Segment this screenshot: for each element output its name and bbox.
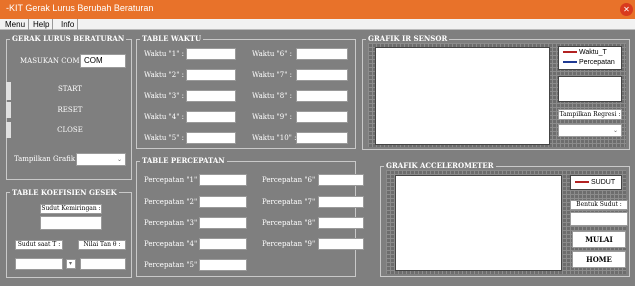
percepatan-field-2[interactable]: [199, 196, 247, 208]
waktu-label-5: Waktu "5" :: [144, 134, 185, 142]
percepatan-field-9[interactable]: [318, 238, 364, 250]
ir-legend-label-1: Waktu_T: [579, 49, 607, 56]
mulai-button[interactable]: MULAI: [572, 231, 626, 248]
waktu-label-7: Waktu "7" :: [252, 71, 293, 79]
waktu-label-6: Waktu "6" :: [252, 50, 293, 58]
close-icon: ✕: [623, 5, 630, 14]
waktu-field-10[interactable]: [296, 132, 348, 144]
regresi-label: Tampilkan Regresi :: [558, 109, 622, 120]
percepatan-field-1[interactable]: [199, 174, 247, 186]
percepatan-field-7[interactable]: [318, 196, 364, 208]
glb-title: GERAK LURUS BERATURAN: [10, 34, 127, 43]
start-button[interactable]: START: [30, 84, 110, 94]
ir-legend: Waktu_T Percepatan: [558, 46, 622, 70]
percepatan-label-7: Percepatan "7" :: [262, 198, 320, 206]
bentuk-label: Bentuk Sudut :: [570, 200, 628, 210]
waktu-field-7[interactable]: [296, 69, 348, 81]
close-button[interactable]: CLOSE: [30, 125, 110, 135]
waktu-field-9[interactable]: [296, 111, 348, 123]
bentuk-output: [570, 212, 628, 226]
chevron-down-icon: ▾: [69, 260, 73, 267]
waktu-field-6[interactable]: [296, 48, 348, 60]
grafik-select[interactable]: ⌄: [76, 153, 126, 166]
menu-bar: Menu Help Info: [0, 19, 635, 30]
percepatan-title: TABLE PERCEPATAN: [140, 156, 227, 165]
regresi-select[interactable]: ⌄: [558, 124, 622, 137]
percepatan-label-2: Percepatan "2" :: [144, 198, 202, 206]
sudut-saat-input[interactable]: [15, 258, 63, 270]
sudut-saat-label: Sudut saat T :: [15, 240, 63, 250]
waktu-title: TABLE WAKTU: [140, 34, 204, 43]
home-button[interactable]: HOME: [572, 251, 626, 268]
close-edge: [6, 122, 11, 138]
chevron-down-icon: ⌄: [117, 156, 123, 163]
acc-legend-label-1: SUDUT: [591, 179, 616, 186]
acc-title: GRAFIK ACCELEROMETER: [384, 161, 496, 170]
close-window-button[interactable]: ✕: [620, 3, 633, 16]
percepatan-label-8: Percepatan "8" :: [262, 219, 320, 227]
percepatan-field-8[interactable]: [318, 217, 364, 229]
grafik-label: Tampilkan Grafik :: [14, 155, 80, 163]
waktu-label-9: Waktu "9" :: [252, 113, 293, 121]
waktu-field-4[interactable]: [186, 111, 236, 123]
percepatan-label-4: Percepatan "4" :: [144, 240, 202, 248]
window-title: -KIT Gerak Lurus Berubah Beraturan: [6, 3, 154, 13]
percepatan-label-9: Percepatan "9" :: [262, 240, 320, 248]
ir-legend-item-1: Waktu_T: [563, 49, 607, 56]
menu-item-info[interactable]: Info: [58, 19, 79, 30]
koef-title: TABLE KOEFISIEN GESEK: [10, 188, 119, 197]
percepatan-label-3: Percepatan "3" :: [144, 219, 202, 227]
ir-blank-box: [558, 76, 622, 102]
waktu-label-1: Waktu "1" :: [144, 50, 185, 58]
nilai-tan-label: Nilai Tan θ :: [78, 240, 126, 250]
acc-plot-area: [395, 175, 562, 271]
percepatan-field-3[interactable]: [199, 217, 247, 229]
waktu-label-10: Waktu "10" :: [252, 134, 297, 142]
percepatan-field-5[interactable]: [199, 259, 247, 271]
ir-legend-label-2: Percepatan: [579, 59, 615, 66]
percepatan-field-6[interactable]: [318, 174, 364, 186]
waktu-field-3[interactable]: [186, 90, 236, 102]
acc-legend-item-1: SUDUT: [575, 179, 615, 186]
title-bar: -KIT Gerak Lurus Berubah Beraturan ✕: [0, 0, 635, 19]
percepatan-field-4[interactable]: [199, 238, 247, 250]
reset-button[interactable]: RESET: [30, 105, 110, 115]
start-edge: [6, 82, 11, 100]
legend-line-icon: [563, 61, 577, 64]
legend-line-icon: [575, 181, 589, 184]
waktu-field-1[interactable]: [186, 48, 236, 60]
waktu-label-8: Waktu "8" :: [252, 92, 293, 100]
waktu-field-5[interactable]: [186, 132, 236, 144]
ir-legend-item-2: Percepatan: [563, 59, 615, 66]
sudut-output: [40, 216, 102, 230]
menu-item-help[interactable]: Help: [30, 19, 54, 30]
acc-legend: SUDUT: [570, 175, 622, 190]
menu-item-menu[interactable]: Menu: [2, 19, 30, 30]
waktu-label-4: Waktu "4" :: [144, 113, 185, 121]
waktu-field-2[interactable]: [186, 69, 236, 81]
ir-title: GRAFIK IR SENSOR: [366, 34, 450, 43]
percepatan-label-1: Percepatan "1" :: [144, 176, 202, 184]
waktu-label-3: Waktu "3" :: [144, 92, 185, 100]
tan-dropdown[interactable]: ▾: [66, 259, 76, 269]
percepatan-label-6: Percepatan "6" :: [262, 176, 320, 184]
reset-edge: [6, 102, 11, 118]
ir-plot-area: [375, 47, 550, 145]
chevron-down-icon: ⌄: [613, 127, 619, 134]
percepatan-label-5: Percepatan "5" :: [144, 261, 202, 269]
com-label: MASUKAN COM: [20, 57, 80, 65]
com-input[interactable]: COM: [80, 54, 126, 68]
nilai-tan-input[interactable]: [80, 258, 126, 270]
legend-line-icon: [563, 51, 577, 54]
waktu-field-8[interactable]: [296, 90, 348, 102]
waktu-label-2: Waktu "2" :: [144, 71, 185, 79]
sudut-label: Sudut Kemiringan :: [40, 204, 102, 214]
